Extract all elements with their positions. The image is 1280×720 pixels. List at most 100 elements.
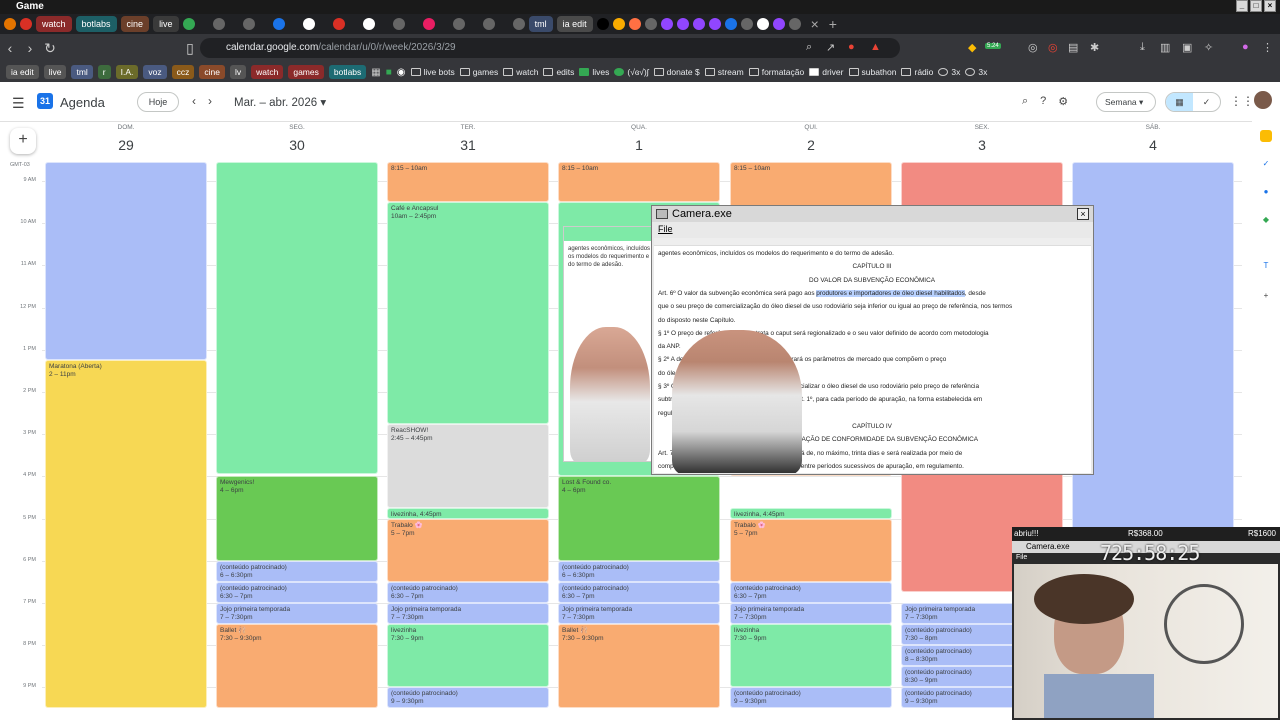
contacts-icon[interactable]: ●	[1260, 186, 1272, 198]
bookmark-chip[interactable]: r	[97, 65, 111, 79]
bookmark-folder[interactable]: games	[459, 67, 498, 77]
calendar-event[interactable]: (conteúdo patrocinado) 6:30 – 7pm	[387, 581, 549, 603]
date-range-selector[interactable]: Mar. – abr. 2026 ▾	[234, 95, 326, 109]
bookmark-icon[interactable]: ▯	[180, 40, 200, 57]
tab-favicon-icon[interactable]	[4, 18, 16, 30]
tab-group-botlabs[interactable]: botlabs	[75, 16, 117, 32]
webcam-file-menu[interactable]: File	[1016, 554, 1027, 561]
bookmark-chip[interactable]: voz	[143, 65, 167, 79]
day-number[interactable]: 4	[1123, 137, 1183, 153]
tab-favicon-icon[interactable]	[272, 18, 285, 30]
calendar-event[interactable]: Lost & Found co. 4 – 6pm	[558, 476, 720, 561]
bookmark-chip[interactable]: watch	[251, 65, 284, 79]
bookmark-folder[interactable]: live bots	[410, 67, 455, 77]
close-window-button[interactable]: ×	[1264, 0, 1276, 12]
back-icon[interactable]: ‹	[0, 40, 20, 56]
extension-icon[interactable]: ✱	[1090, 41, 1099, 54]
bookmark-folder[interactable]: rádio	[901, 67, 933, 77]
bookmark-folder[interactable]: 3x	[965, 67, 987, 77]
maximize-button[interactable]: □	[1250, 0, 1262, 12]
tab-favicon-icon[interactable]	[676, 18, 689, 30]
extension-icon[interactable]: ▣	[1182, 41, 1192, 54]
tab-group-live[interactable]: live	[153, 16, 179, 32]
calendar-event[interactable]: Jojo primeira temporada 7 – 7:30pm	[730, 602, 892, 625]
forward-icon[interactable]: ›	[20, 40, 40, 56]
day-number[interactable]: 29	[96, 137, 156, 153]
minimize-button[interactable]: _	[1236, 0, 1248, 12]
tab-favicon-icon[interactable]	[660, 18, 673, 30]
calendar-event[interactable]: ReacSHOW! 2:45 – 4:45pm	[387, 423, 549, 509]
bookmark-folder[interactable]: watch	[503, 67, 538, 77]
bookmark-chip[interactable]: ccz	[171, 65, 195, 79]
calendar-event[interactable]: Jojo primeira temporada 7 – 7:30pm	[216, 602, 378, 625]
tab-group-watch[interactable]: watch	[36, 16, 72, 32]
day-number[interactable]: 2	[781, 137, 841, 153]
day-number[interactable]: 3	[952, 137, 1012, 153]
calendar-event[interactable]: Mewgenics! 4 – 6pm	[216, 476, 378, 561]
download-icon[interactable]: ⤓	[1140, 41, 1145, 54]
view-selector-button[interactable]: Semana ▾	[1096, 92, 1156, 112]
day-number[interactable]: 1	[609, 137, 669, 153]
help-icon[interactable]: ?	[1040, 95, 1046, 108]
zoom-icon[interactable]: ⌕	[806, 41, 812, 54]
extension-icon[interactable]: ●	[848, 41, 855, 53]
calendar-event[interactable]: (conteúdo patrocinado) 9 – 9:30pm	[730, 687, 892, 709]
extension-icon[interactable]: ✧	[1204, 41, 1213, 54]
tab-favicon-icon[interactable]	[788, 18, 801, 30]
create-event-button[interactable]: +	[10, 128, 36, 154]
calendar-view-icon[interactable]: ▦	[1166, 93, 1193, 111]
reload-icon[interactable]: ↻	[40, 40, 60, 57]
bookmark-favicon-icon[interactable]: ◉	[397, 67, 406, 78]
apps-grid-icon[interactable]: ▦	[371, 67, 380, 78]
tab-group-tml[interactable]: tml	[528, 16, 553, 32]
previous-week-icon[interactable]: ‹	[192, 94, 196, 108]
bookmark-folder[interactable]: edits	[543, 67, 574, 77]
bookmark-chip[interactable]: I.A.	[115, 65, 139, 79]
camera-window-titlebar[interactable]: Camera.exe ×	[652, 206, 1093, 222]
bookmark-folder[interactable]: driver	[809, 67, 844, 77]
get-addons-icon[interactable]: +	[1260, 290, 1272, 302]
address-bar[interactable]: calendar.google.com/calendar/u/0/r/week/…	[200, 38, 900, 58]
extension-icon[interactable]: ▤	[1068, 41, 1078, 54]
bookmark-chip[interactable]: ia edit	[6, 65, 39, 79]
calendar-event[interactable]: (conteúdo patrocinado) 6 – 6:30pm	[558, 560, 720, 582]
google-apps-icon[interactable]: ⋮⋮	[1230, 94, 1254, 108]
bookmark-folder[interactable]: donate $	[653, 67, 700, 77]
calendar-event[interactable]: Ballet 🩰 7:30 – 9:30pm	[558, 624, 720, 709]
bookmark-chip[interactable]: botlabs	[328, 65, 367, 79]
tasks-icon[interactable]: ✓	[1260, 158, 1272, 170]
tab-favicon-icon[interactable]	[392, 18, 405, 30]
search-icon[interactable]: ⌕	[1022, 95, 1028, 108]
tab-favicon-icon[interactable]	[596, 18, 609, 30]
tab-favicon-icon[interactable]	[740, 18, 753, 30]
calendar-event[interactable]: 8:15 – 10am	[558, 162, 720, 203]
calendar-event[interactable]: livezinha, 4:45pm	[730, 508, 892, 519]
tasks-view-icon[interactable]: ✓	[1193, 93, 1220, 111]
tab-group-cine[interactable]: cine	[120, 16, 150, 32]
tab-favicon-icon[interactable]	[332, 18, 345, 30]
calendar-event[interactable]: Trabalo 🌸 5 – 7pm	[387, 518, 549, 582]
calendar-event[interactable]: Café e Ancapsul 10am – 2:45pm	[387, 202, 549, 424]
day-number[interactable]: 30	[267, 137, 327, 153]
tab-favicon-icon[interactable]	[612, 18, 625, 30]
bookmark-chip[interactable]: games	[288, 65, 324, 79]
file-menu[interactable]: File	[658, 224, 673, 234]
tab-favicon-icon[interactable]	[724, 18, 737, 30]
calendar-event[interactable]: (conteúdo patrocinado) 6:30 – 7pm	[216, 581, 378, 603]
close-tab-icon[interactable]: ×	[811, 16, 819, 32]
calendar-event[interactable]: livezinha 7:30 – 9pm	[730, 624, 892, 688]
extension-icon[interactable]: ◆	[968, 41, 976, 54]
calendar-event[interactable]	[45, 162, 207, 361]
tab-favicon-icon[interactable]	[708, 18, 721, 30]
tab-favicon-icon[interactable]	[512, 18, 525, 30]
bookmark-chip[interactable]: tml	[71, 65, 93, 79]
calendar-event[interactable]: Maratona (Aberta) 2 – 11pm	[45, 360, 207, 709]
bookmark-folder[interactable]: formatação	[748, 67, 804, 77]
maps-icon[interactable]: ◆	[1260, 214, 1272, 226]
share-icon[interactable]: ↗	[826, 41, 835, 54]
bookmark-favicon-icon[interactable]: ■	[386, 67, 392, 78]
browser-menu-icon[interactable]: ⋮	[1262, 41, 1273, 54]
tab-favicon-icon[interactable]	[182, 18, 195, 30]
camera-window[interactable]: Camera.exe × File compensação de diferen…	[651, 205, 1094, 475]
bookmark-folder[interactable]: subathon	[848, 67, 896, 77]
